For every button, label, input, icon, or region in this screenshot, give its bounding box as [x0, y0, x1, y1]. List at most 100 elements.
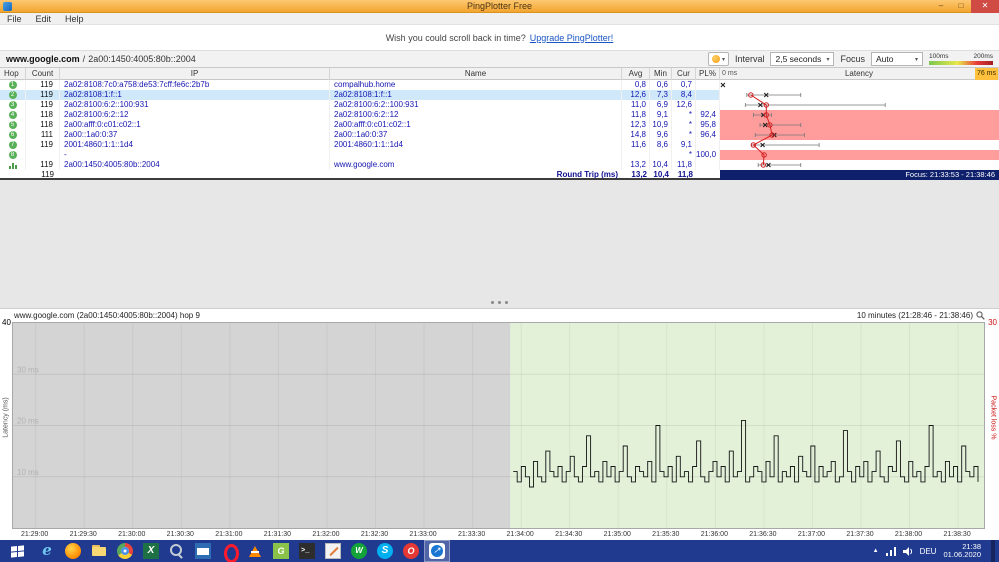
col-latency[interactable]: 0 ms Latency 76 ms: [720, 68, 999, 80]
taskbar-icon-mail[interactable]: [190, 540, 216, 562]
taskbar-icon-internet-explorer[interactable]: [34, 540, 60, 562]
pingplotter-icon: [429, 543, 445, 559]
taskbar-icon-opera[interactable]: [216, 540, 242, 562]
taskbar-icon-firefox[interactable]: [60, 540, 86, 562]
cell-cur: *: [672, 110, 696, 120]
table-row[interactable]: 119 2a00:1450:4005:80b::2004 www.google.…: [0, 160, 999, 170]
cell-ip: 2a00::1a0:0:37: [60, 130, 330, 140]
col-ip[interactable]: IP: [60, 68, 330, 80]
cell-min: 9,1: [650, 110, 672, 120]
taskbar-apps: [34, 540, 450, 562]
network-icon[interactable]: [885, 546, 896, 556]
windows-logo-icon: [10, 544, 24, 558]
cell-min: 9,6: [650, 130, 672, 140]
pause-resume-button[interactable]: ▾: [707, 52, 729, 66]
splitter[interactable]: [0, 298, 999, 306]
cell-min: 10,9: [650, 120, 672, 130]
clock[interactable]: 21:38 01.06.2020: [943, 543, 981, 559]
col-pl[interactable]: PL%: [696, 68, 720, 80]
menu-help[interactable]: Help: [58, 13, 91, 25]
taskbar-icon-chrome[interactable]: [112, 540, 138, 562]
cell-min: 8,6: [650, 140, 672, 150]
taskbar-icon-excel[interactable]: [138, 540, 164, 562]
cell-cur: *: [672, 150, 696, 160]
minimize-button[interactable]: –: [931, 0, 951, 13]
packetloss-axis-title: Packet loss %: [989, 395, 997, 440]
taskbar-icon-search[interactable]: [164, 540, 190, 562]
focus-select[interactable]: Auto ▾: [871, 52, 923, 66]
taskbar-icon-cmd[interactable]: [294, 540, 320, 562]
menu-edit[interactable]: Edit: [29, 13, 59, 25]
close-button[interactable]: ✕: [971, 0, 999, 13]
table-row[interactable]: 7 119 2001:4860:1:1::1d4 2001:4860:1:1::…: [0, 140, 999, 150]
table-row[interactable]: 5 118 2a00:afff:0:c01:c02::1 2a00:afff:0…: [0, 120, 999, 130]
col-min[interactable]: Min: [650, 68, 672, 80]
cell-min: 10,4: [650, 160, 672, 170]
col-cur[interactable]: Cur: [672, 68, 696, 80]
chevron-down-icon: ▾: [721, 56, 725, 63]
maximize-button[interactable]: □: [951, 0, 971, 13]
hop-table-body: 1 119 2a02:8108:7c0:a758:de53:7cff:fe6c:…: [0, 80, 999, 170]
taskbar-icon-paint[interactable]: [320, 540, 346, 562]
taskbar-icon-pingplotter[interactable]: [424, 540, 450, 562]
cell-avg: [622, 150, 650, 160]
hop-badge: 5: [8, 121, 17, 129]
timeline-plot[interactable]: 10 ms 20 ms 30 ms: [12, 322, 985, 529]
interval-select[interactable]: 2,5 seconds ▾: [770, 52, 835, 66]
magnifier-icon[interactable]: [976, 311, 985, 320]
taskbar-icon-vlc[interactable]: [242, 540, 268, 562]
cell-ip: -: [60, 150, 330, 160]
table-row[interactable]: 2 119 2a02:8108:1:f::1 2a02:8108:1:f::1 …: [0, 90, 999, 100]
cell-cur: *: [672, 120, 696, 130]
upgrade-link[interactable]: Upgrade PingPlotter!: [530, 33, 614, 43]
chevron-down-icon: ▾: [826, 56, 830, 63]
paint-icon: [325, 543, 341, 559]
timeline-range: 10 minutes (21:28:46 - 21:38:46): [857, 311, 985, 320]
x-axis-label: 21:38:00: [894, 531, 923, 538]
col-avg[interactable]: Avg: [622, 68, 650, 80]
start-button[interactable]: [0, 540, 34, 562]
taskbar-icon-skype[interactable]: [372, 540, 398, 562]
cell-avg: 12,6: [622, 90, 650, 100]
taskbar: ▲ DEU 21:38 01.06.2020: [0, 540, 999, 562]
taskbar-icon-webex[interactable]: [346, 540, 372, 562]
table-header: Hop Count IP Name Avg Min Cur PL% 0 ms L…: [0, 68, 999, 80]
roundtrip-label: Round Trip (ms): [556, 170, 618, 179]
cell-name: [330, 150, 622, 160]
x-axis-label: 21:34:30: [555, 531, 583, 538]
language-indicator[interactable]: DEU: [920, 547, 937, 556]
vlc-icon: [247, 543, 263, 559]
latency-cell: [720, 160, 999, 170]
taskbar-icon-greenshot[interactable]: [268, 540, 294, 562]
menu-file[interactable]: File: [0, 13, 29, 25]
latency-scale-min: 0 ms: [722, 70, 738, 77]
focus-value: Auto: [876, 54, 894, 64]
cell-avg: 11,6: [622, 140, 650, 150]
col-hop[interactable]: Hop: [0, 68, 26, 80]
opera-red-icon: [403, 543, 419, 559]
cell-name: 2001:4860:1:1::1d4: [330, 140, 622, 150]
table-row[interactable]: 6 111 2a00::1a0:0:37 2a00::1a0:0:37 14,8…: [0, 130, 999, 140]
legend-low-label: 100ms: [929, 53, 949, 60]
taskbar-icon-opera-red[interactable]: [398, 540, 424, 562]
table-row[interactable]: 8 - * 100,0: [0, 150, 999, 160]
cell-pl: [696, 160, 720, 170]
cell-min: 7,3: [650, 90, 672, 100]
taskbar-icon-file-explorer[interactable]: [86, 540, 112, 562]
cell-cur: 9,1: [672, 140, 696, 150]
webex-icon: [351, 543, 367, 559]
table-row[interactable]: 4 118 2a02:8100:6:2::12 2a02:8100:6:2::1…: [0, 110, 999, 120]
show-desktop-button[interactable]: [991, 540, 995, 562]
table-row[interactable]: 3 119 2a02:8100:6:2::100:931 2a02:8100:6…: [0, 100, 999, 110]
cell-name: 2a02:8108:1:f::1: [330, 90, 622, 100]
hop-badge: 4: [8, 111, 17, 119]
table-row[interactable]: 1 119 2a02:8108:7c0:a758:de53:7cff:fe6c:…: [0, 80, 999, 90]
cell-ip: 2a02:8108:7c0:a758:de53:7cff:fe6c:2b7b: [60, 80, 330, 90]
interval-label: Interval: [734, 54, 765, 64]
chevron-up-icon[interactable]: ▲: [873, 548, 879, 554]
focus-status: Focus: 21:33:53 - 21:38:46: [720, 170, 999, 180]
col-name[interactable]: Name: [330, 68, 622, 80]
roundtrip-cur: 11,8: [677, 170, 693, 179]
col-count[interactable]: Count: [26, 68, 60, 80]
volume-icon[interactable]: [902, 546, 913, 556]
